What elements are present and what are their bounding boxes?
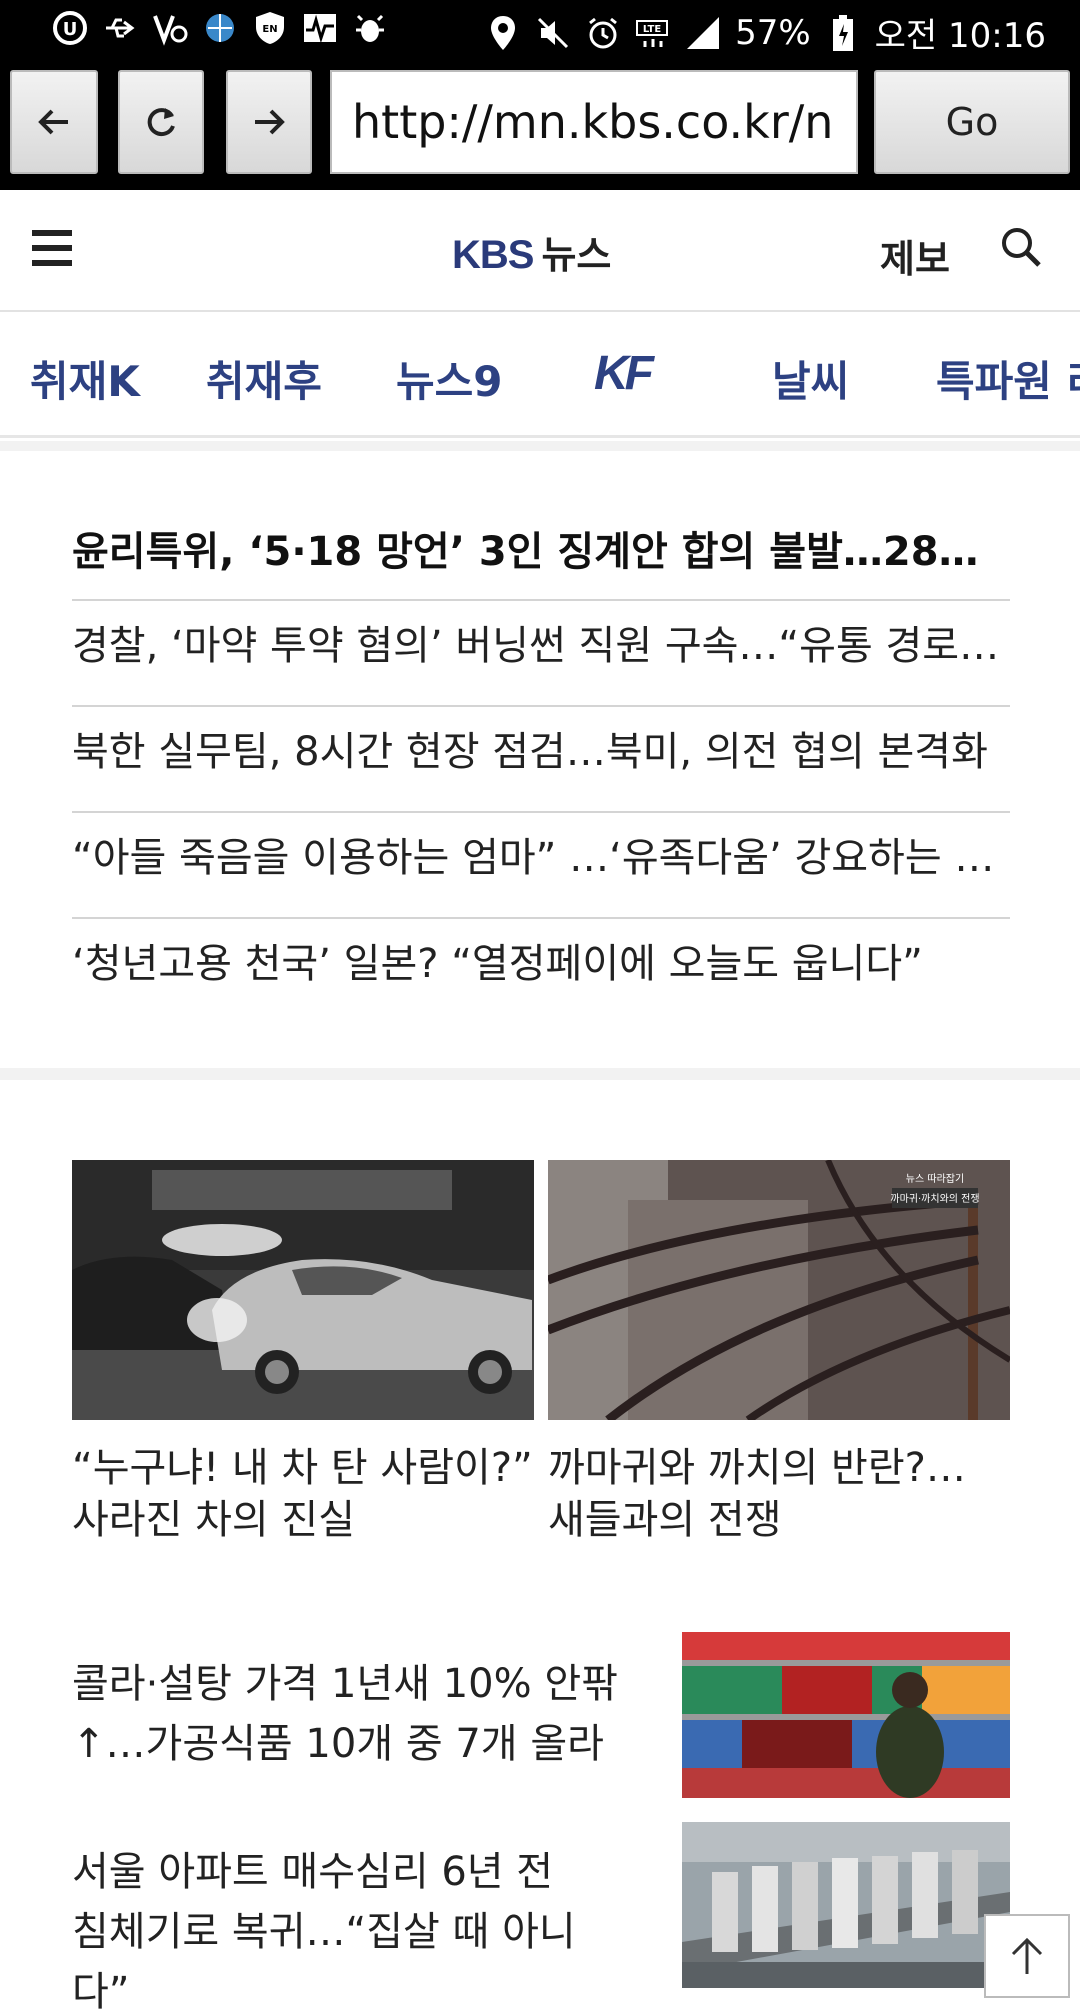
news-card[interactable]: “누구냐! 내 차 탄 사람이?” 사라진 차의 진실: [72, 1160, 534, 1546]
logo-news: 뉴스: [541, 233, 612, 277]
battery-percent: 57%: [735, 12, 811, 53]
clock: 오전 10:16: [874, 16, 1046, 56]
news-list-item[interactable]: 서울 아파트 매수심리 6년 전 침체기로 복귀…“집살 때 아니다”: [72, 1822, 1010, 2009]
v3-icon: [152, 10, 188, 46]
logo-kbs: KBS: [452, 233, 534, 277]
reload-icon: [147, 108, 175, 137]
list-item-title-line: 콜라·설탕 가격 1년새 10% 안팎: [72, 1661, 618, 1707]
search-icon[interactable]: [998, 224, 1044, 270]
usb-icon: [102, 10, 138, 46]
list-item-thumbnail[interactable]: [682, 1632, 1010, 1798]
svg-text:U: U: [63, 19, 78, 40]
list-item-title-line: 서울 아파트 매수심리 6년 전: [72, 1849, 554, 1895]
overlay-tag: 뉴스 따라잡기: [906, 1173, 964, 1185]
mute-icon: [535, 13, 571, 53]
forward-button[interactable]: [226, 70, 312, 174]
android-debug-icon: [352, 10, 388, 46]
status-bar: U EN LTE 57% 오전 10:16: [0, 0, 1080, 62]
headline-item[interactable]: ‘청년고용 천국’ 일본? “열정페이에 오늘도 웁니다”: [72, 919, 1010, 1025]
card-title[interactable]: 까마귀와 까치의 반란?… 새들과의 전쟁: [548, 1442, 1010, 1546]
list-item-title[interactable]: 서울 아파트 매수심리 6년 전 침체기로 복귀…“집살 때 아니다”: [72, 1842, 632, 2009]
news-list-item[interactable]: 콜라·설탕 가격 1년새 10% 안팎 ↑…가공식품 10개 중 7개 올라: [72, 1632, 1010, 1798]
kbs-news-logo[interactable]: KBS 뉴스: [452, 224, 611, 279]
browser-toolbar: http://mn.kbs.co.kr/n Go: [0, 62, 1080, 190]
card-title-line: “누구냐! 내 차 탄 사람이?”: [72, 1445, 533, 1491]
globe-icon: [202, 10, 238, 46]
lte-icon: LTE: [635, 13, 671, 53]
u-plus-icon: U: [52, 10, 88, 46]
overlay-caption: 까마귀·까치와의 전쟁: [890, 1193, 979, 1205]
tab-correspondent[interactable]: 특파원 리: [936, 348, 1080, 409]
url-field[interactable]: http://mn.kbs.co.kr/n: [330, 70, 858, 174]
headline-list: 윤리특위, ‘5·18 망언’ 3인 징계안 합의 불발…28일 … 경찰, ‘…: [72, 505, 1010, 1025]
shield-icon: EN: [252, 10, 288, 46]
category-tabs: 취재K 취재후 뉴스9 KF 날씨 특파원 리: [0, 312, 1080, 438]
list-item-thumbnail[interactable]: [682, 1822, 1010, 1988]
notification-icons: U EN: [52, 10, 388, 46]
headline-item[interactable]: “아들 죽음을 이용하는 엄마” …‘유족다움’ 강요하는 …: [72, 813, 1010, 919]
section-divider: [0, 1068, 1080, 1080]
pulse-icon: [302, 10, 338, 46]
headline-item[interactable]: 북한 실무팀, 8시간 현장 점검…북미, 의전 협의 본격화: [72, 707, 1010, 813]
tab-chuijae-k[interactable]: 취재K: [30, 348, 140, 409]
section-divider: [0, 441, 1080, 451]
list-item-title-line: ↑…가공식품 10개 중 7개 올라: [72, 1721, 604, 1767]
battery-icon: [825, 13, 861, 53]
tab-chuijae-hu[interactable]: 취재후: [206, 348, 322, 409]
tab-weather[interactable]: 날씨: [772, 348, 849, 409]
card-title[interactable]: “누구냐! 내 차 탄 사람이?” 사라진 차의 진실: [72, 1442, 534, 1546]
alarm-icon: [585, 13, 621, 53]
scroll-top-button[interactable]: [984, 1914, 1070, 1998]
svg-text:EN: EN: [262, 24, 277, 35]
headline-item[interactable]: 윤리특위, ‘5·18 망언’ 3인 징계안 합의 불발…28일 …: [72, 505, 1010, 601]
system-icons: LTE 57% 오전 10:16: [485, 8, 1046, 57]
reload-button[interactable]: [118, 70, 204, 174]
news-card[interactable]: 뉴스 따라잡기 까마귀·까치와의 전쟁 까마귀와 까치의 반란?… 새들과의 전…: [548, 1160, 1010, 1546]
arrow-right-icon: [255, 109, 285, 135]
svg-text:LTE: LTE: [643, 24, 662, 35]
tab-kf[interactable]: KF: [594, 346, 654, 401]
arrow-up-icon: [1011, 1937, 1043, 1974]
tab-news9[interactable]: 뉴스9: [396, 348, 503, 409]
arrow-left-icon: [38, 109, 68, 135]
go-button[interactable]: Go: [874, 70, 1070, 174]
headline-item[interactable]: 경찰, ‘마약 투약 혐의’ 버닝썬 직원 구속…“유통 경로 …: [72, 601, 1010, 707]
list-item-title-line: 침체기로 복귀…“집살 때 아니다”: [72, 1909, 576, 2009]
menu-icon[interactable]: [32, 230, 72, 266]
card-thumbnail[interactable]: [72, 1160, 534, 1420]
location-icon: [485, 13, 521, 53]
signal-icon: [685, 13, 721, 53]
back-button[interactable]: [10, 70, 98, 174]
card-thumbnail[interactable]: 뉴스 따라잡기 까마귀·까치와의 전쟁: [548, 1160, 1010, 1420]
card-title-line: 새들과의 전쟁: [548, 1497, 782, 1543]
card-title-line: 까마귀와 까치의 반란?…: [548, 1445, 966, 1491]
report-button[interactable]: 제보: [880, 228, 950, 283]
list-item-title[interactable]: 콜라·설탕 가격 1년새 10% 안팎 ↑…가공식품 10개 중 7개 올라: [72, 1654, 632, 1774]
card-title-line: 사라진 차의 진실: [72, 1497, 356, 1543]
site-header: KBS 뉴스 제보: [0, 190, 1080, 312]
